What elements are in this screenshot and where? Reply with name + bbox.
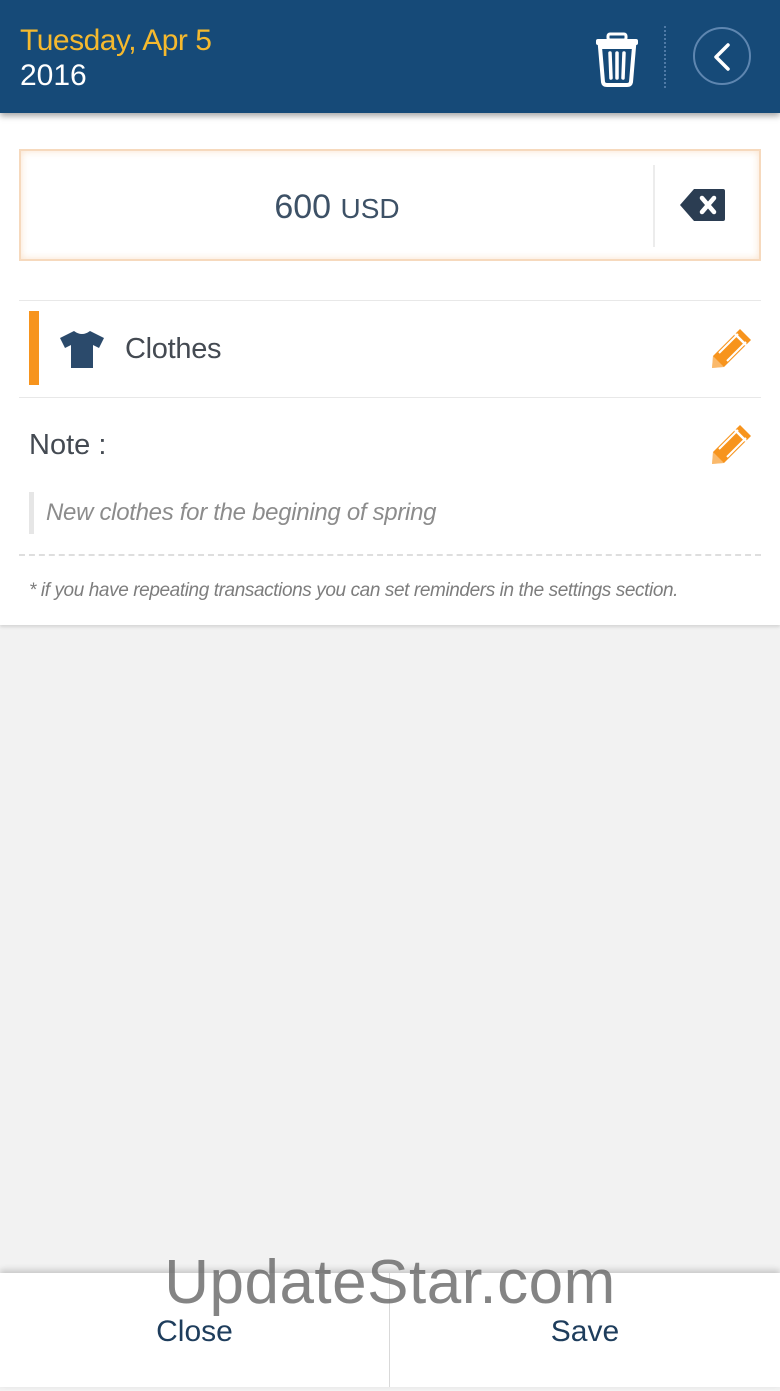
tshirt-icon [60,331,104,368]
pencil-icon [712,329,751,368]
divider [19,397,761,398]
reminder-hint: * if you have repeating transactions you… [29,580,679,601]
header-year: 2016 [20,59,87,92]
header-date: Tuesday, Apr 5 [20,24,212,57]
amount-field[interactable]: 600 USD [19,149,761,261]
amount-display: 600 USD [21,151,653,259]
dashed-divider [19,554,761,556]
pencil-icon [712,425,751,464]
header-divider [664,26,666,88]
note-value: New clothes for the begining of spring [46,499,437,526]
back-button[interactable] [693,27,751,85]
backspace-icon [680,189,725,221]
transaction-card: 600 USD Clothes Note : New clothes for t… [0,113,780,625]
note-value-block: New clothes for the begining of spring [29,492,436,534]
chevron-left-icon [714,43,730,71]
category-row[interactable]: Clothes [19,301,761,397]
category-label: Clothes [125,333,222,365]
edit-note-button[interactable] [709,421,755,467]
amount-currency: USD [340,193,400,224]
amount-value: 600 [274,188,332,226]
edit-category-button[interactable] [709,325,755,371]
header-bar: Tuesday, Apr 5 2016 [0,0,780,113]
amount-divider [653,165,655,247]
watermark: UpdateStar.com [164,1248,616,1317]
note-label: Note : [29,429,107,461]
backspace-button[interactable] [677,185,727,225]
category-color-bar [29,311,39,385]
trash-icon [596,32,638,87]
delete-button[interactable] [592,30,642,88]
